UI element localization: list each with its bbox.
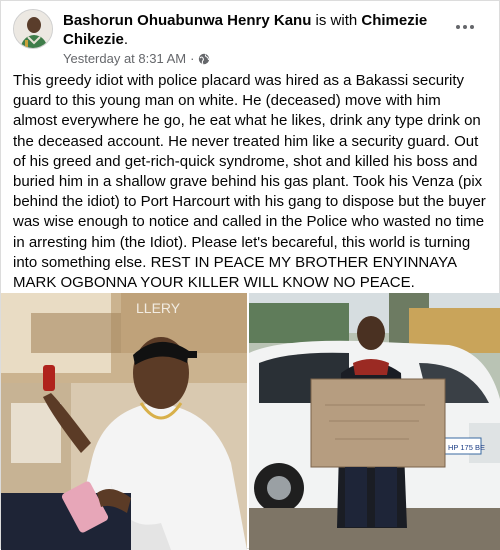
post-timestamp[interactable]: Yesterday at 8:31 AM — [63, 51, 186, 66]
shop-sign-text: LLERY — [136, 300, 181, 316]
photo-man-in-white[interactable]: LLERY — [1, 293, 247, 550]
author-name[interactable]: Bashorun Ohuabunwa Henry Kanu — [63, 12, 311, 29]
facebook-post: Bashorun Ohuabunwa Henry Kanu is with Ch… — [0, 0, 500, 550]
meta-separator: · — [190, 51, 195, 66]
photo-arrested-man-with-placard[interactable]: HP 175 BE — [249, 293, 500, 550]
more-options-icon[interactable] — [455, 19, 475, 30]
author-line: Bashorun Ohuabunwa Henry Kanu is with Ch… — [63, 11, 443, 49]
post-meta: Yesterday at 8:31 AM · — [63, 51, 210, 66]
post-body-text: This greedy idiot with police placard wa… — [13, 72, 486, 292]
tagged-suffix: . — [123, 31, 129, 48]
post-header: Bashorun Ohuabunwa Henry Kanu is with Ch… — [13, 9, 489, 66]
license-plate-text: HP 175 BE — [448, 443, 485, 452]
author-avatar[interactable] — [13, 9, 53, 49]
post-photos: LLERY HP 175 BE — [1, 293, 500, 550]
with-connector: is with — [315, 12, 358, 29]
globe-icon[interactable] — [198, 53, 210, 65]
